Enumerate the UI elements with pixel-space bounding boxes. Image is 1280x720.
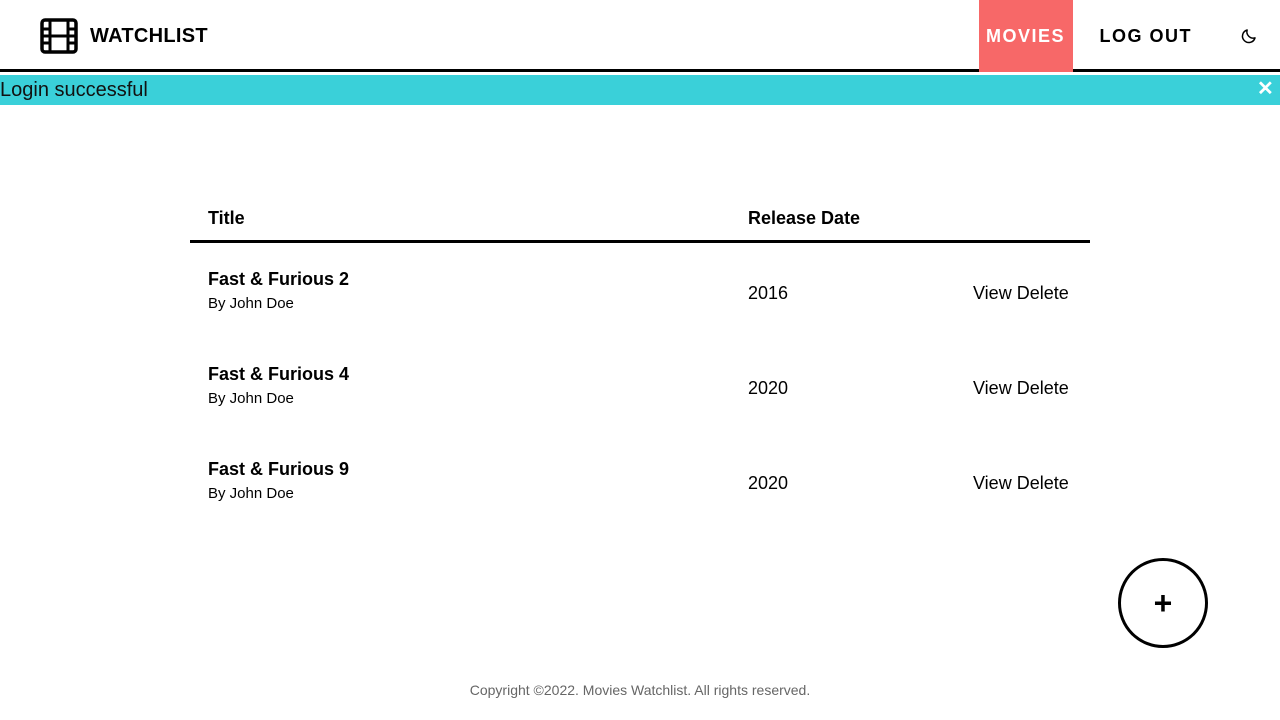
movie-release-year: 2016 xyxy=(748,283,789,303)
movies-table: Title Release Date Fast & Furious 2 By J… xyxy=(190,196,1090,528)
movie-release-year: 2020 xyxy=(748,378,789,398)
table-row: Fast & Furious 4 By John Doe 2020 View D… xyxy=(190,338,1090,433)
column-header-release-date: Release Date xyxy=(748,208,861,228)
movie-title: Fast & Furious 2 xyxy=(208,269,350,289)
brand[interactable]: WATCHLIST xyxy=(40,18,208,54)
brand-name: WATCHLIST xyxy=(90,24,208,47)
view-button[interactable]: View xyxy=(973,473,1012,493)
close-icon[interactable]: ✕ xyxy=(1257,79,1274,99)
film-icon xyxy=(40,18,78,54)
nav-movies-link[interactable]: MOVIES xyxy=(978,0,1073,72)
movie-author: By John Doe xyxy=(208,485,294,502)
movie-title: Fast & Furious 4 xyxy=(208,364,350,384)
view-button[interactable]: View xyxy=(973,378,1012,398)
view-button[interactable]: View xyxy=(973,283,1012,303)
delete-button[interactable]: Delete xyxy=(1017,378,1069,398)
main-nav: MOVIES LOG OUT xyxy=(978,0,1280,72)
movie-release-year: 2020 xyxy=(748,473,789,493)
top-header: WATCHLIST MOVIES LOG OUT xyxy=(0,0,1280,72)
success-alert: Login successful ✕ xyxy=(0,75,1280,105)
plus-icon: + xyxy=(1153,585,1173,621)
table-row: Fast & Furious 2 By John Doe 2016 View D… xyxy=(190,243,1090,338)
row-actions: View Delete xyxy=(973,283,1069,304)
add-movie-button[interactable]: + xyxy=(1118,558,1208,648)
table-row: Fast & Furious 9 By John Doe 2020 View D… xyxy=(190,433,1090,528)
logout-link[interactable]: LOG OUT xyxy=(1086,0,1207,72)
footer: Copyright ©2022. Movies Watchlist. All r… xyxy=(0,682,1280,698)
copyright-text: Copyright ©2022. Movies Watchlist. All r… xyxy=(469,682,811,698)
row-actions: View Delete xyxy=(973,473,1069,494)
row-actions: View Delete xyxy=(973,378,1069,399)
delete-button[interactable]: Delete xyxy=(1017,473,1069,493)
column-header-title: Title xyxy=(208,208,245,228)
delete-button[interactable]: Delete xyxy=(1017,283,1069,303)
alert-message: Login successful xyxy=(0,79,148,101)
theme-toggle-button[interactable] xyxy=(1218,0,1280,72)
movie-title: Fast & Furious 9 xyxy=(208,459,350,479)
moon-icon xyxy=(1241,29,1256,44)
table-header: Title Release Date xyxy=(190,196,1090,243)
movie-author: By John Doe xyxy=(208,295,294,312)
movie-author: By John Doe xyxy=(208,390,294,407)
